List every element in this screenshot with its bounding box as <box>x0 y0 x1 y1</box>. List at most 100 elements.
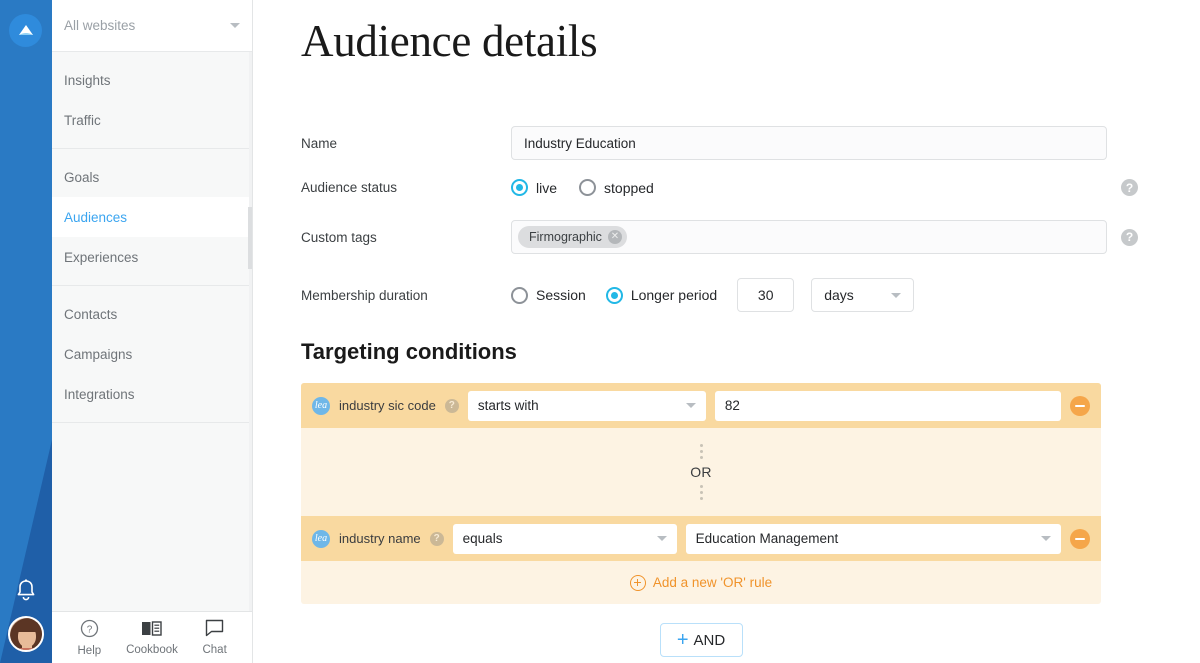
chevron-down-icon <box>686 403 696 408</box>
or-separator-label: OR <box>690 464 712 480</box>
rule-2-attribute: industry name <box>339 531 421 546</box>
rule-2-operator-value: equals <box>463 531 657 546</box>
sidebar-scrollbar-thumb[interactable] <box>248 207 252 269</box>
chat-button[interactable]: Chat <box>187 619 243 656</box>
attribute-badge-icon: lea <box>312 530 330 548</box>
rule-2-value-select[interactable]: Education Management <box>686 524 1061 554</box>
sidebar-item-experiences[interactable]: Experiences <box>52 237 252 277</box>
status-label: Audience status <box>301 180 511 195</box>
chevron-down-icon <box>230 23 240 28</box>
chat-label: Chat <box>202 644 226 656</box>
cookbook-label: Cookbook <box>126 644 178 656</box>
sidebar-item-insights[interactable]: Insights <box>52 60 252 100</box>
custom-tags-label: Custom tags <box>301 230 511 245</box>
user-avatar[interactable] <box>8 616 44 652</box>
main-content: Audience details Name Industry Education… <box>253 0 1200 663</box>
membership-radio-session[interactable] <box>511 287 528 304</box>
rule-2-help-icon[interactable]: ? <box>430 532 444 546</box>
sidebar-nav: Insights Traffic Goals Audiences Experie… <box>52 52 252 611</box>
rule-1-value: 82 <box>725 398 1051 413</box>
field-row-status: Audience status live stopped ? <box>301 179 1200 196</box>
membership-amount-input[interactable]: 30 <box>737 278 794 312</box>
plus-icon: + <box>677 630 689 650</box>
membership-radio-longer[interactable] <box>606 287 623 304</box>
close-icon[interactable]: ✕ <box>608 230 622 244</box>
custom-tags-help-icon[interactable]: ? <box>1121 229 1138 246</box>
membership-label: Membership duration <box>301 288 511 303</box>
cookbook-button[interactable]: Cookbook <box>124 620 180 656</box>
chevron-down-icon <box>657 536 667 541</box>
rule-1-operator-select[interactable]: starts with <box>468 391 706 421</box>
sidebar: All websites Insights Traffic Goals Audi… <box>52 0 253 663</box>
status-help-icon[interactable]: ? <box>1121 179 1138 196</box>
targeting-conditions-panel: lea industry sic code ? starts with 82 O… <box>301 383 1101 604</box>
plus-circle-icon <box>630 575 646 591</box>
status-radio-group: live stopped <box>511 179 654 196</box>
tag-chip[interactable]: Firmographic ✕ <box>518 226 627 248</box>
rail-decoration <box>0 303 52 663</box>
chat-bubble-icon <box>205 619 224 642</box>
or-dots-bottom <box>700 485 703 500</box>
or-separator: OR <box>301 428 1101 516</box>
site-selector[interactable]: All websites <box>52 0 252 52</box>
rule-row-2: lea industry name ? equals Education Man… <box>301 516 1101 561</box>
tag-chip-label: Firmographic <box>529 230 602 244</box>
rule-2-operator-select[interactable]: equals <box>453 524 677 554</box>
membership-radio-longer-label[interactable]: Longer period <box>631 287 717 303</box>
rule-1-help-icon[interactable]: ? <box>445 399 459 413</box>
sidebar-item-audiences[interactable]: Audiences <box>52 197 252 237</box>
sidebar-group-engagement: Contacts Campaigns Integrations <box>52 286 252 423</box>
sidebar-item-goals[interactable]: Goals <box>52 157 252 197</box>
membership-radio-session-label[interactable]: Session <box>536 287 586 303</box>
sidebar-item-integrations[interactable]: Integrations <box>52 374 252 414</box>
help-label: Help <box>78 645 102 657</box>
and-button-label: AND <box>694 632 726 649</box>
question-circle-icon: ? <box>80 619 99 643</box>
chevron-down-icon <box>891 293 901 298</box>
sidebar-footer: ? Help Cookbook <box>52 611 252 663</box>
status-radio-stopped[interactable] <box>579 179 596 196</box>
targeting-section-title: Targeting conditions <box>301 339 1200 365</box>
or-dots-top <box>700 444 703 459</box>
app-logo-icon[interactable] <box>9 14 42 47</box>
sidebar-group-optimization: Goals Audiences Experiences <box>52 149 252 286</box>
rule-2-value: Education Management <box>696 531 1041 546</box>
status-radio-live-label[interactable]: live <box>536 180 557 196</box>
field-row-name: Name Industry Education <box>301 126 1200 160</box>
add-and-condition-button[interactable]: + AND <box>660 623 743 657</box>
custom-tags-input[interactable]: Firmographic ✕ <box>511 220 1107 254</box>
left-rail <box>0 0 52 663</box>
and-button-row: + AND <box>301 623 1101 657</box>
sidebar-scrollbar-track[interactable] <box>249 52 252 611</box>
add-or-rule-label: Add a new 'OR' rule <box>653 575 772 590</box>
book-icon <box>141 620 162 642</box>
rule-1-value-input[interactable]: 82 <box>715 391 1061 421</box>
rule-row-1: lea industry sic code ? starts with 82 <box>301 383 1101 428</box>
status-radio-live[interactable] <box>511 179 528 196</box>
minus-circle-icon[interactable] <box>1070 396 1090 416</box>
sidebar-item-campaigns[interactable]: Campaigns <box>52 334 252 374</box>
membership-unit-select[interactable]: days <box>811 278 914 312</box>
sidebar-item-contacts[interactable]: Contacts <box>52 294 252 334</box>
status-radio-stopped-label[interactable]: stopped <box>604 180 654 196</box>
attribute-badge-icon: lea <box>312 397 330 415</box>
svg-text:?: ? <box>87 624 93 635</box>
app-window: All websites Insights Traffic Goals Audi… <box>0 0 1200 663</box>
notifications-bell-icon[interactable] <box>14 578 38 604</box>
membership-radio-group: Session Longer period 30 days <box>511 278 914 312</box>
rule-1-attribute: industry sic code <box>339 398 436 413</box>
minus-circle-icon[interactable] <box>1070 529 1090 549</box>
name-input[interactable]: Industry Education <box>511 126 1107 160</box>
add-or-rule-button[interactable]: Add a new 'OR' rule <box>301 561 1101 604</box>
sidebar-group-analytics: Insights Traffic <box>52 52 252 149</box>
name-input-value: Industry Education <box>524 136 636 151</box>
rule-1-operator-value: starts with <box>478 398 686 413</box>
sidebar-item-traffic[interactable]: Traffic <box>52 100 252 140</box>
help-button[interactable]: ? Help <box>61 619 117 657</box>
chevron-down-icon <box>1041 536 1051 541</box>
field-row-custom-tags: Custom tags Firmographic ✕ ? <box>301 220 1200 254</box>
name-label: Name <box>301 136 511 151</box>
membership-amount-value: 30 <box>758 287 774 303</box>
page-title: Audience details <box>301 0 1200 68</box>
field-row-membership: Membership duration Session Longer perio… <box>301 278 1200 312</box>
